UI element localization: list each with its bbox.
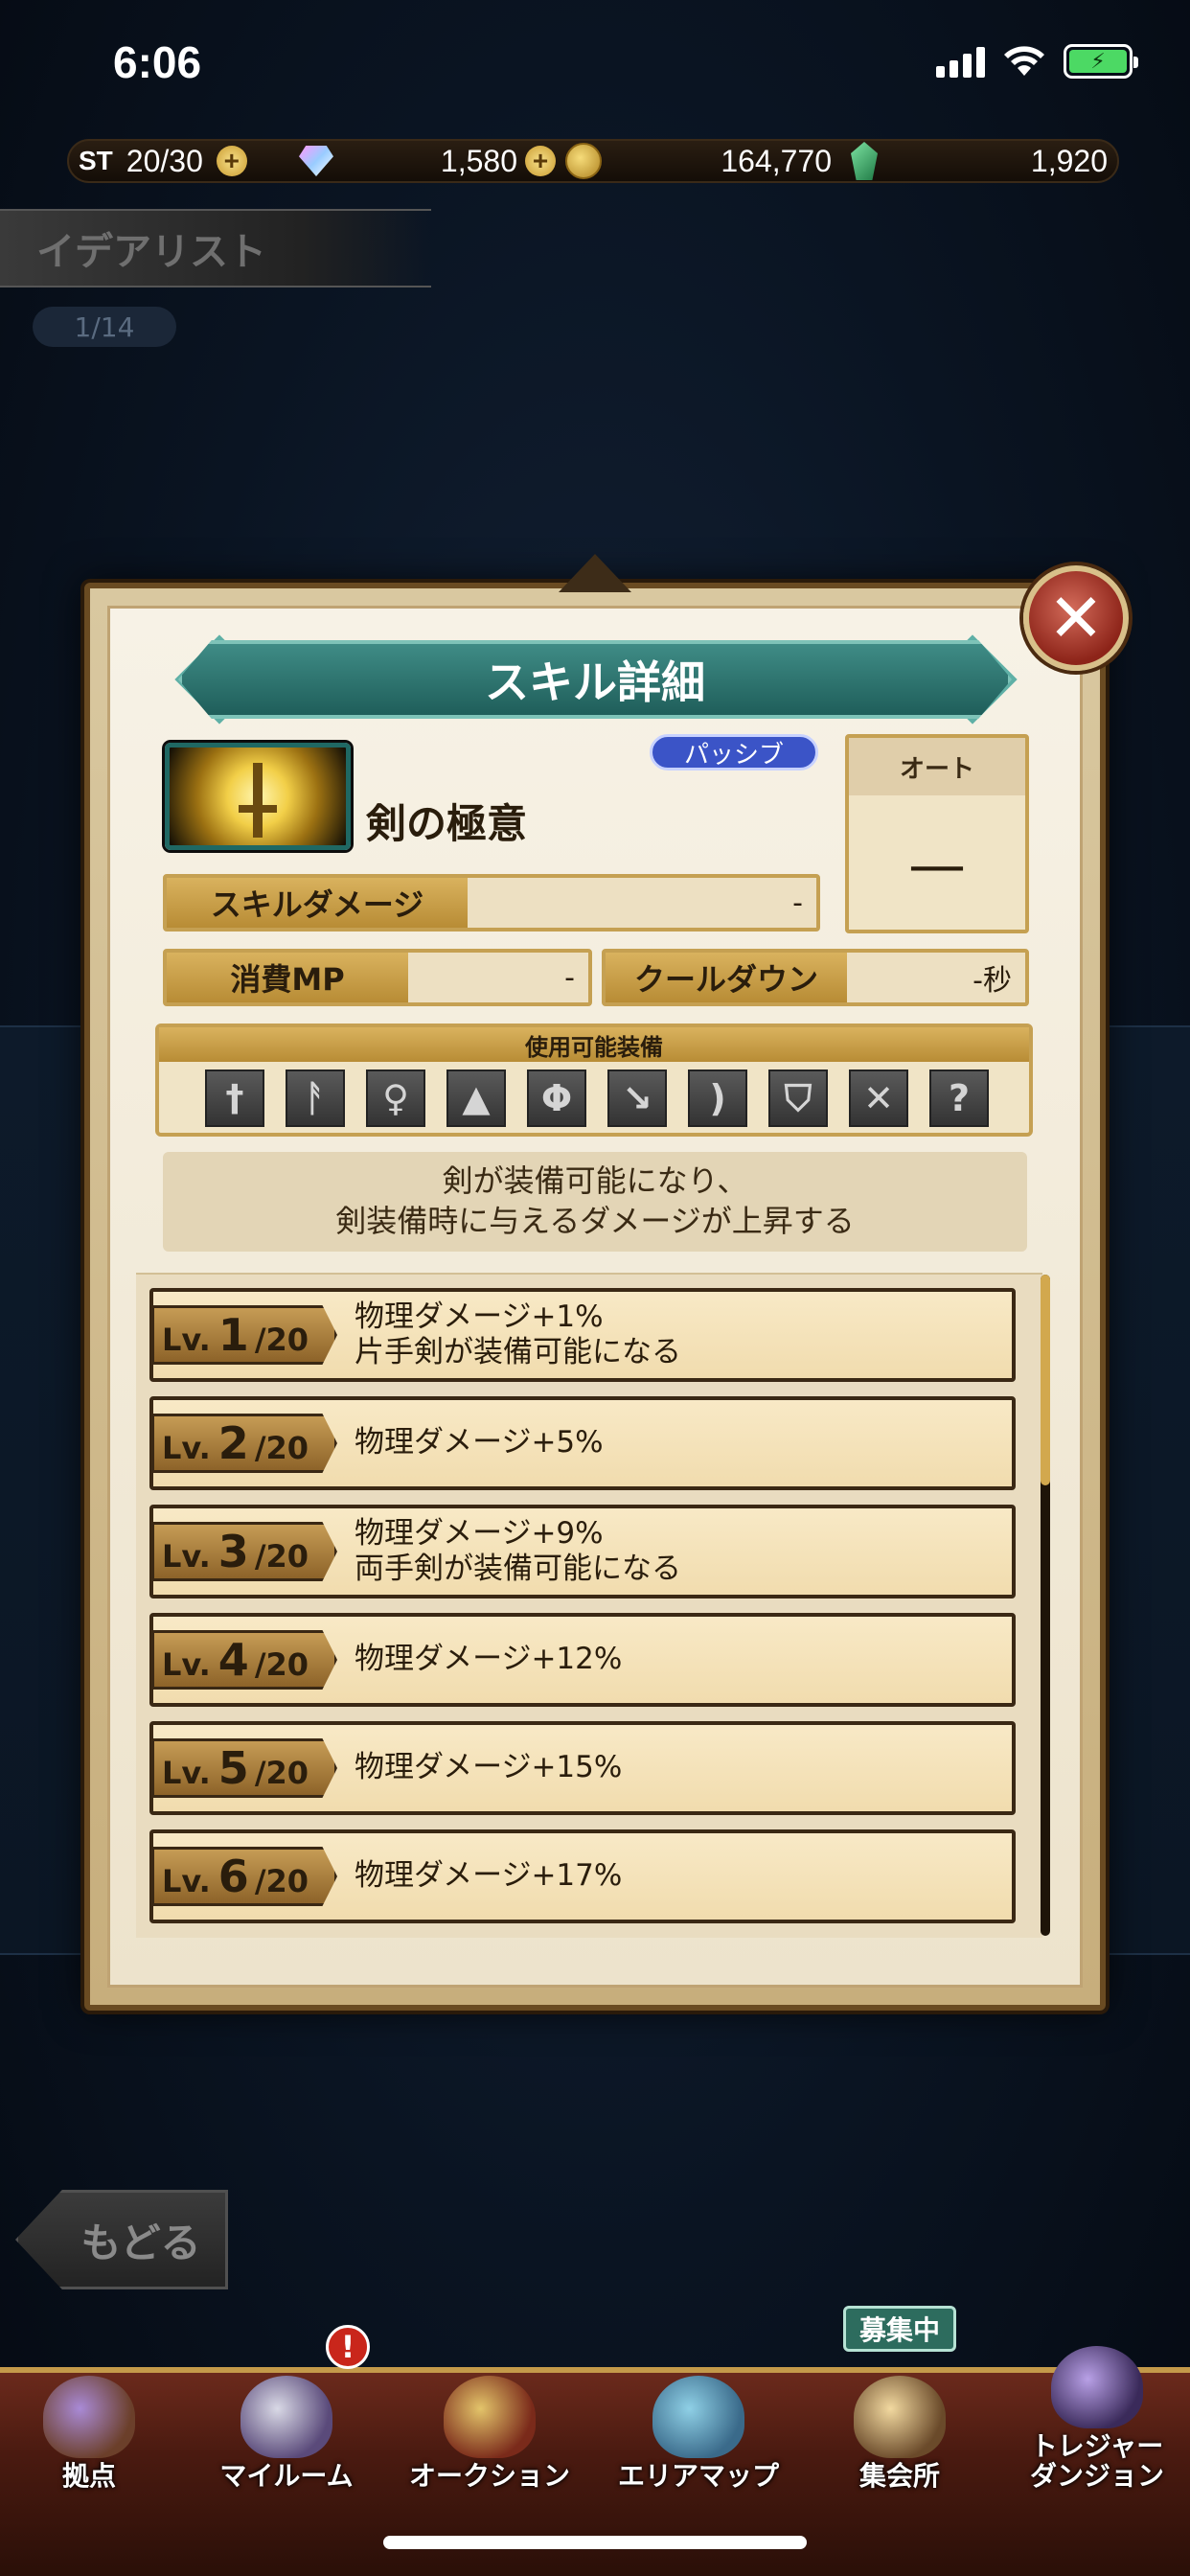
level-row: Lv. 3/20 物理ダメージ+9% 両手剣が装備可能になる: [149, 1505, 1016, 1598]
page-indicator: 1/14: [33, 307, 176, 347]
bow-icon: ): [688, 1070, 747, 1127]
level-row: Lv. 6/20 物理ダメージ+17%: [149, 1829, 1016, 1923]
level-effect: 物理ダメージ+1% 片手剣が装備可能になる: [355, 1299, 681, 1369]
level-tag: Lv. 2/20: [151, 1414, 337, 1473]
battery-icon: ⚡: [1064, 44, 1138, 79]
level-row: Lv. 1/20 物理ダメージ+1% 片手剣が装備可能になる: [149, 1288, 1016, 1382]
emerald-icon: [851, 142, 878, 180]
dual-swords-icon: ✕: [849, 1070, 908, 1127]
level-tag: Lv. 4/20: [151, 1630, 337, 1690]
gold-display: 164,770: [565, 143, 841, 179]
nav-label: 集会所: [858, 2460, 940, 2493]
level-tag: Lv. 1/20: [151, 1305, 337, 1365]
level-tag: Lv. 6/20: [151, 1847, 337, 1906]
level-list[interactable]: Lv. 1/20 物理ダメージ+1% 片手剣が装備可能になる Lv. 2/20 物理ダ…: [136, 1273, 1042, 1938]
level-effect: 物理ダメージ+17%: [355, 1858, 623, 1894]
usable-equipment-header: 使用可能装備: [159, 1027, 1029, 1062]
nav-item-area-map[interactable]: エリアマップ: [607, 2338, 790, 2492]
stamina-value: 20/30: [126, 143, 203, 178]
emerald-value: 1,920: [1030, 143, 1108, 178]
staff-icon: ♀: [366, 1070, 425, 1127]
level-row: Lv. 4/20 物理ダメージ+12%: [149, 1613, 1016, 1707]
level-effect: 物理ダメージ+15%: [355, 1750, 623, 1785]
wifi-icon: [1004, 46, 1044, 76]
status-time: 6:06: [113, 37, 202, 87]
skill-type-badge: パッシブ: [650, 734, 818, 770]
base-icon: [43, 2376, 135, 2459]
gem-icon: [299, 146, 333, 176]
cooldown-label: クールダウン: [606, 953, 847, 1002]
close-button[interactable]: ✕: [1023, 565, 1129, 671]
description-line-2: 剣装備時に与えるダメージが上昇する: [335, 1203, 855, 1239]
nav-label: マイルーム: [219, 2460, 354, 2493]
level-row: Lv. 2/20 物理ダメージ+5%: [149, 1396, 1016, 1490]
axe-icon: ᚨ: [286, 1070, 345, 1127]
description-line-1: 剣が装備可能になり、: [442, 1162, 748, 1200]
emerald-display: 1,920: [841, 142, 1117, 180]
scrollbar-thumb[interactable]: [1041, 1275, 1050, 1485]
add-stamina-button[interactable]: +: [216, 146, 247, 176]
meeting-hall-icon: [854, 2376, 946, 2459]
my-room-icon: [240, 2376, 332, 2459]
notification-badge: !: [326, 2325, 370, 2369]
level-effect: 物理ダメージ+5%: [355, 1425, 604, 1460]
gold-value: 164,770: [721, 143, 832, 178]
unknown-icon: ?: [929, 1070, 989, 1127]
skill-damage-value: -: [792, 886, 803, 920]
nav-label: 拠点: [61, 2460, 116, 2493]
resource-bar: ST 20/30 + 1,580 + 164,770 1,920: [67, 139, 1119, 183]
add-gem-button[interactable]: +: [525, 146, 556, 176]
skill-description: 剣が装備可能になり、 剣装備時に与えるダメージが上昇する: [163, 1152, 1027, 1252]
skill-name: 剣の極意: [366, 800, 528, 847]
auto-box: オート —: [845, 734, 1029, 933]
equipment-icons: † ᚨ ♀ ▲ Φ ↘ ) ⛉ ✕ ?: [159, 1062, 1029, 1127]
nav-item-treasure-dungeon[interactable]: トレジャー ダンジョン: [1006, 2338, 1188, 2492]
dagger-icon: ▲: [446, 1070, 506, 1127]
nav-label: トレジャー ダンジョン: [1029, 2430, 1164, 2493]
skill-damage-stat: スキルダメージ -: [163, 874, 820, 932]
gem-display: 1,580 +: [289, 144, 565, 179]
level-list-scrollbar[interactable]: [1041, 1275, 1050, 1936]
nav-item-base[interactable]: 拠点: [0, 2338, 180, 2492]
auto-label: オート: [849, 738, 1025, 795]
shield-icon: ⛉: [768, 1070, 828, 1127]
status-icons: ⚡: [936, 44, 1138, 79]
gold-coin-icon: [565, 143, 602, 179]
auction-icon: [444, 2376, 536, 2459]
cooldown-value: -秒: [973, 964, 1012, 998]
level-tag: Lv. 5/20: [151, 1738, 337, 1798]
cooldown-stat: クールダウン -秒: [602, 949, 1029, 1006]
level-row: Lv. 5/20 物理ダメージ+15%: [149, 1721, 1016, 1815]
auto-value: —: [908, 832, 966, 899]
sword-icon: †: [205, 1070, 264, 1127]
stamina-label: ST: [79, 146, 113, 175]
level-effect: 物理ダメージ+9% 両手剣が装備可能になる: [355, 1515, 681, 1586]
page-title: イデアリスト: [0, 209, 431, 288]
modal-title: スキル詳細: [178, 640, 1012, 719]
home-indicator[interactable]: [383, 2536, 807, 2549]
treasure-dungeon-icon: [1051, 2346, 1143, 2429]
spear-icon: ↘: [607, 1070, 667, 1127]
level-effect: 物理ダメージ+12%: [355, 1642, 623, 1677]
nav-item-auction[interactable]: オークション: [399, 2338, 581, 2492]
level-tag: Lv. 3/20: [151, 1522, 337, 1581]
mp-cost-label: 消費MP: [167, 953, 408, 1002]
cellular-signal-icon: [936, 45, 985, 78]
skill-icon: [165, 743, 351, 850]
skill-damage-label: スキルダメージ: [167, 878, 468, 928]
mp-cost-value: -: [564, 960, 575, 995]
mp-cost-stat: 消費MP -: [163, 949, 592, 1006]
gem-value: 1,580: [440, 143, 517, 178]
nav-label: エリアマップ: [617, 2460, 779, 2493]
battle-axe-icon: Φ: [527, 1070, 586, 1127]
area-map-icon: [652, 2376, 744, 2459]
usable-equipment-panel: 使用可能装備 † ᚨ ♀ ▲ Φ ↘ ) ⛉ ✕ ?: [155, 1024, 1033, 1137]
nav-item-meeting-hall[interactable]: 集会所: [809, 2338, 991, 2492]
stamina-display: ST 20/30 +: [69, 144, 289, 179]
nav-label: オークション: [408, 2460, 570, 2493]
